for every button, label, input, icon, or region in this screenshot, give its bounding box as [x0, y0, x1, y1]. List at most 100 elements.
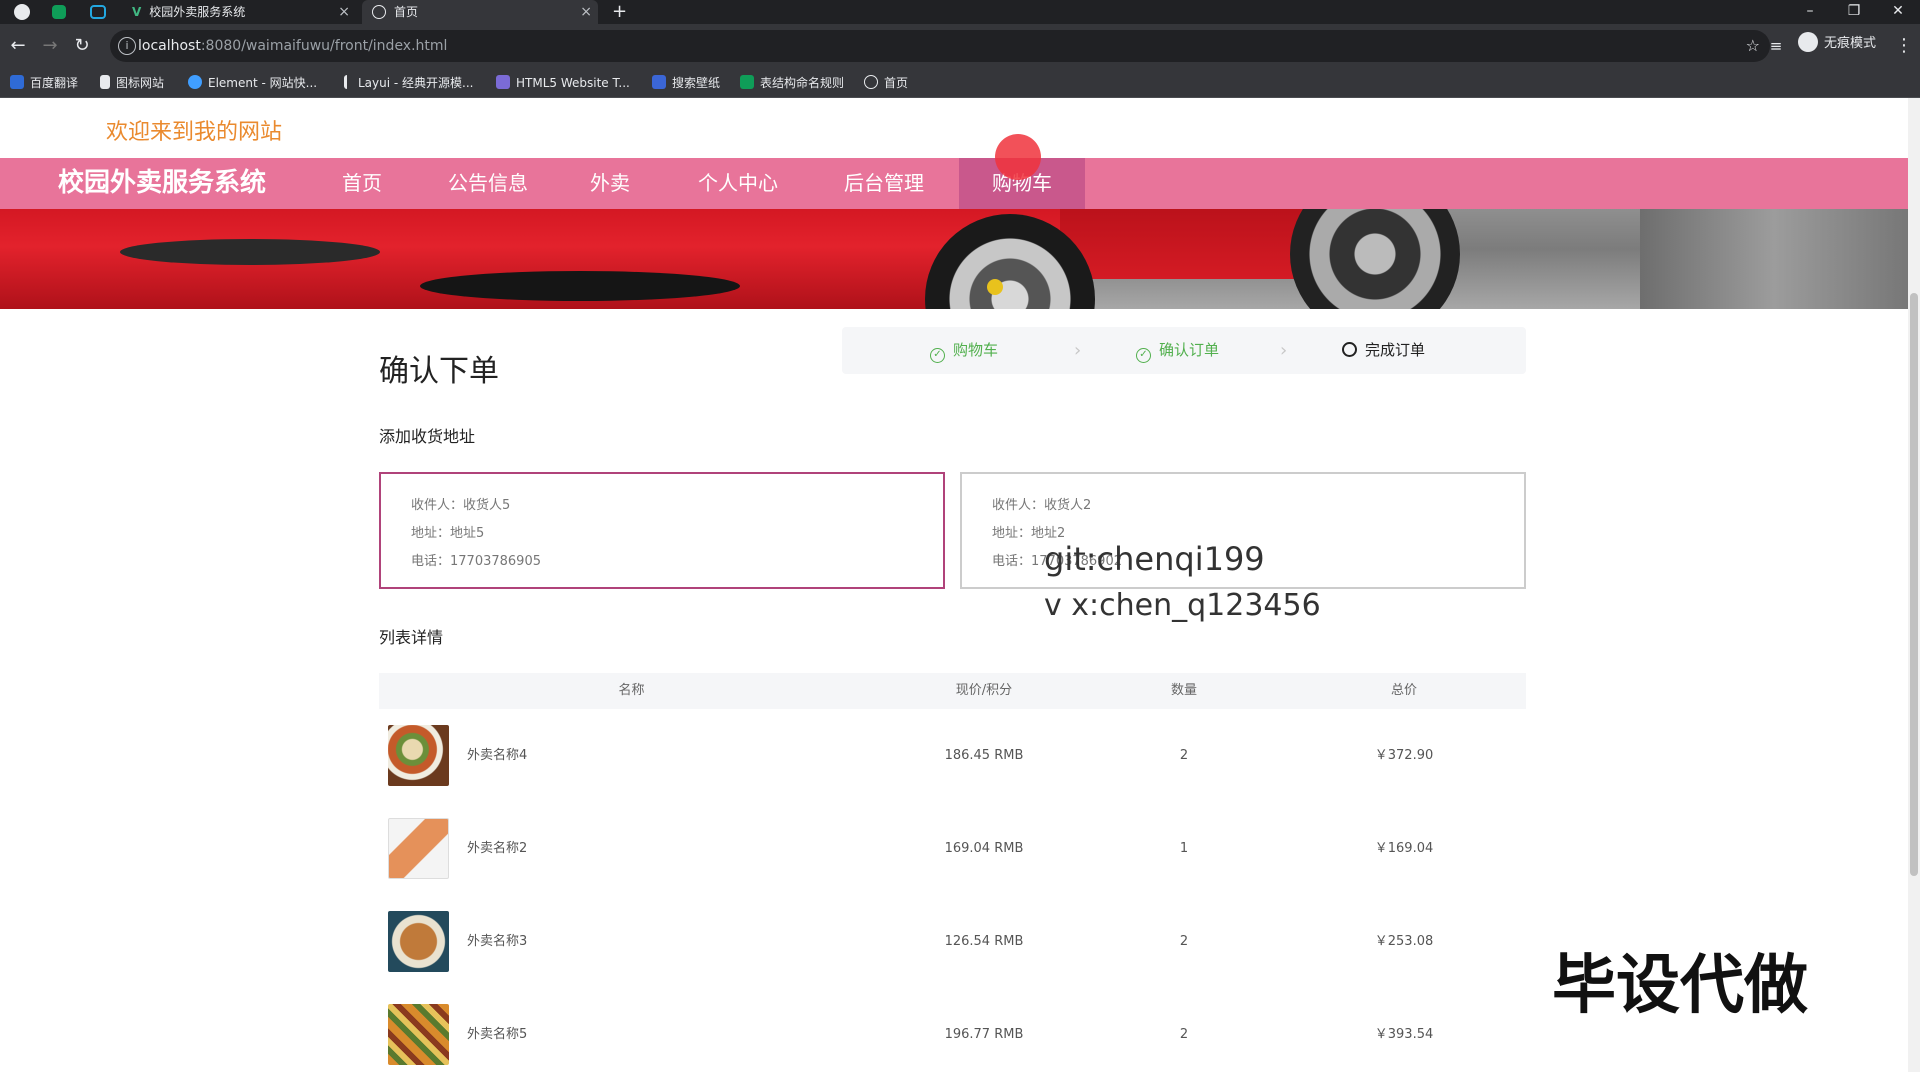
hero-banner-image — [0, 209, 1908, 309]
reading-list-icon[interactable]: ≡ — [1764, 34, 1788, 58]
element-icon — [188, 75, 202, 89]
item-name: 外卖名称4 — [467, 748, 528, 763]
nav-home[interactable]: 首页 — [328, 158, 396, 209]
item-qty: 2 — [1179, 934, 1189, 949]
check-circle-icon: ✓ — [1136, 348, 1151, 363]
bookmark-star-icon[interactable]: ☆ — [1746, 30, 1760, 62]
item-price: 169.04 RMB — [944, 841, 1024, 856]
car-shape — [120, 239, 380, 265]
new-tab-button[interactable]: + — [612, 0, 634, 24]
table-row: 外卖名称3 126.54 RMB 2 ￥253.08 — [379, 895, 1526, 988]
table-row: 外卖名称5 196.77 RMB 2 ￥393.54 — [379, 988, 1526, 1072]
tab-close-icon[interactable]: × — [338, 0, 350, 24]
chrome-icon[interactable] — [14, 4, 30, 20]
welcome-text: 欢迎来到我的网站 — [106, 120, 283, 145]
page-title: 确认下单 — [379, 354, 499, 389]
food-thumbnail — [388, 911, 449, 972]
globe-icon — [372, 5, 386, 19]
close-window-icon[interactable]: ✕ — [1876, 0, 1920, 24]
table-row: 外卖名称4 186.45 RMB 2 ￥372.90 — [379, 709, 1526, 802]
col-total: 总价 — [1390, 683, 1417, 698]
item-total: ￥393.54 — [1374, 1027, 1434, 1042]
incognito-icon — [1798, 32, 1818, 52]
col-price: 现价/积分 — [955, 683, 1013, 698]
browser-tab-bar: V 校园外卖服务系统 × 首页 × + – ❐ ✕ — [0, 0, 1920, 24]
bilibili-icon[interactable] — [90, 5, 106, 19]
layui-icon — [344, 75, 352, 89]
bookmark-item[interactable]: 表结构命名规则 — [740, 74, 844, 92]
translate-icon — [10, 75, 24, 89]
food-thumbnail — [388, 725, 449, 786]
address-bar: ← → ↻ i localhost:8080/waimaifuwu/front/… — [0, 24, 1920, 69]
bookmark-item[interactable]: Element - 网站快... — [188, 74, 317, 92]
nav-takeaway[interactable]: 外卖 — [580, 158, 640, 209]
bookmark-item[interactable]: 搜索壁纸 — [652, 74, 720, 92]
restore-icon[interactable]: ❐ — [1832, 0, 1876, 24]
list-section-label: 列表详情 — [379, 628, 444, 647]
item-total: ￥372.90 — [1374, 748, 1434, 763]
url-text: localhost:8080/waimaifuwu/front/index.ht… — [138, 38, 448, 54]
chevron-right-icon: › — [1280, 340, 1288, 361]
item-price: 196.77 RMB — [944, 1027, 1024, 1042]
watermark-text: git:chenqi199 — [1044, 540, 1265, 578]
car-shape — [420, 271, 740, 301]
tab-campus-takeaway[interactable]: V 校园外卖服务系统 × — [122, 0, 356, 24]
tab-title: 校园外卖服务系统 — [149, 5, 246, 19]
table-row: 外卖名称2 169.04 RMB 1 ￥169.04 — [379, 802, 1526, 895]
step-complete-order: 完成订单 — [1342, 327, 1425, 374]
flag-icon — [100, 75, 110, 89]
item-price: 126.54 RMB — [944, 934, 1024, 949]
html5-icon — [496, 75, 510, 89]
forward-icon[interactable]: → — [38, 34, 62, 58]
wheel-shape — [1290, 209, 1460, 309]
site-welcome-bar: 欢迎来到我的网站 — [0, 98, 1908, 158]
road-shape — [1640, 209, 1908, 309]
site-info-icon[interactable]: i — [118, 37, 136, 55]
nav-profile[interactable]: 个人中心 — [688, 158, 788, 209]
item-total: ￥253.08 — [1374, 934, 1434, 949]
table-header: 名称 现价/积分 数量 总价 — [379, 673, 1526, 709]
scrollbar-thumb[interactable] — [1910, 293, 1918, 876]
item-name: 外卖名称2 — [467, 841, 528, 856]
site-nav: 校园外卖服务系统 首页 公告信息 外卖 个人中心 后台管理 购物车 — [0, 158, 1908, 209]
app-icon[interactable] — [52, 5, 66, 19]
food-thumbnail — [388, 818, 449, 879]
item-qty: 2 — [1179, 1027, 1189, 1042]
address: 地址：地址2 — [992, 526, 1066, 541]
circle-icon — [1342, 342, 1357, 357]
nav-admin[interactable]: 后台管理 — [832, 158, 936, 209]
reload-icon[interactable]: ↻ — [70, 34, 94, 58]
address: 地址：地址5 — [411, 526, 485, 541]
ferrari-badge — [987, 279, 1003, 295]
check-circle-icon: ✓ — [930, 348, 945, 363]
nav-announcements[interactable]: 公告信息 — [440, 158, 536, 209]
step-confirm-order: ✓ 确认订单 — [1136, 327, 1219, 374]
bookmark-item[interactable]: 图标网站 — [100, 74, 164, 92]
col-qty: 数量 — [1170, 683, 1197, 698]
item-qty: 2 — [1179, 748, 1189, 763]
bookmark-item[interactable]: 首页 — [864, 74, 908, 92]
watermark-text: 毕设代做 — [1552, 949, 1808, 1023]
tab-close-icon[interactable]: × — [580, 0, 592, 24]
item-name: 外卖名称5 — [467, 1027, 528, 1042]
tab-home[interactable]: 首页 × — [362, 0, 598, 24]
bookmark-item[interactable]: HTML5 Website T... — [496, 74, 630, 92]
site-brand[interactable]: 校园外卖服务系统 — [58, 158, 266, 209]
back-icon[interactable]: ← — [6, 34, 30, 58]
chevron-right-icon: › — [1074, 340, 1082, 361]
minimize-icon[interactable]: – — [1788, 0, 1832, 24]
menu-kebab-icon[interactable]: ⋮ — [1892, 34, 1916, 58]
url-field[interactable]: i localhost:8080/waimaifuwu/front/index.… — [110, 30, 1770, 62]
step-cart: ✓ 购物车 — [930, 327, 998, 374]
item-total: ￥169.04 — [1374, 841, 1434, 856]
item-qty: 1 — [1179, 841, 1189, 856]
bookmark-item[interactable]: 百度翻译 — [10, 74, 78, 92]
incognito-profile[interactable]: 无痕模式 — [1798, 32, 1876, 52]
bookmarks-bar: 百度翻译 图标网站 Element - 网站快... Layui - 经典开源模… — [0, 69, 1920, 98]
food-thumbnail — [388, 1004, 449, 1065]
address-card[interactable]: 收件人：收货人5 地址：地址5 电话：17703786905 — [379, 472, 945, 589]
address-section-label: 添加收货地址 — [379, 427, 476, 446]
bookmark-item[interactable]: Layui - 经典开源模... — [344, 74, 473, 92]
col-name: 名称 — [618, 683, 645, 698]
click-indicator — [995, 134, 1041, 180]
